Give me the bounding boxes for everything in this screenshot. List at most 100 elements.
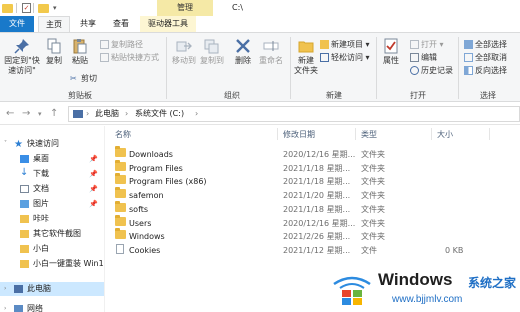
customize-toolbar-icon[interactable]: ▾ bbox=[53, 3, 57, 13]
table-row[interactable]: Cookies 2021/1/12 星期... 文件 0 KB bbox=[105, 243, 520, 258]
properties-button[interactable]: 属性 bbox=[380, 38, 402, 66]
file-type: 文件夹 bbox=[361, 204, 385, 214]
divider[interactable] bbox=[489, 128, 490, 140]
up-arrow-icon[interactable]: ↑ bbox=[50, 107, 58, 121]
nav-quick-access[interactable]: ˅ ★ 快速访问 bbox=[0, 137, 104, 151]
divider bbox=[376, 37, 377, 99]
rename-button[interactable]: 重命名 bbox=[256, 38, 286, 66]
nav-label: 小白一键重装 Win1 bbox=[33, 259, 104, 268]
divider[interactable] bbox=[355, 128, 356, 140]
copy-button[interactable]: 复制 bbox=[42, 38, 66, 66]
open-button[interactable]: 打开 ▾ bbox=[410, 39, 444, 51]
file-type: 文件夹 bbox=[361, 218, 385, 228]
nav-label: 咔咔 bbox=[33, 214, 49, 223]
history-button[interactable]: 历史记录 bbox=[410, 65, 453, 77]
file-modified-date: 2021/1/18 星期... bbox=[283, 163, 351, 173]
column-header-type[interactable]: 类型 bbox=[361, 129, 377, 140]
easy-access-button[interactable]: 轻松访问 ▾ bbox=[320, 52, 370, 64]
breadcrumb-this-pc[interactable]: 此电脑 bbox=[95, 107, 119, 121]
nav-this-pc[interactable]: › 此电脑 bbox=[0, 282, 104, 296]
file-name: Windows bbox=[129, 232, 165, 242]
breadcrumb-drive-c[interactable]: 系统文件 (C:) bbox=[135, 107, 184, 121]
forward-arrow-icon[interactable]: → bbox=[22, 107, 30, 121]
context-tab-manage[interactable]: 管理 bbox=[157, 0, 213, 16]
copy-to-button[interactable]: 复制到 bbox=[198, 38, 226, 66]
easy-access-label: 轻松访问 bbox=[331, 53, 363, 62]
ribbon-tabs: 文件 主页 共享 查看 驱动器工具 bbox=[0, 16, 520, 32]
desktop-icon bbox=[20, 155, 29, 163]
tab-view[interactable]: 查看 bbox=[105, 16, 137, 32]
paste-shortcut-button[interactable]: 粘贴快捷方式 bbox=[100, 52, 159, 64]
nav-folder-screenshots[interactable]: 其它软件截图 bbox=[0, 227, 104, 241]
new-folder-icon[interactable] bbox=[38, 4, 49, 13]
divider bbox=[166, 37, 167, 99]
cut-button[interactable]: ✂ 剪切 bbox=[70, 73, 97, 85]
pin-quick-access-button[interactable]: 固定到"快 速访问" bbox=[4, 38, 40, 76]
chevron-right-icon: › bbox=[195, 109, 199, 118]
select-all-icon bbox=[464, 40, 473, 49]
move-to-label: 移动到 bbox=[172, 56, 196, 65]
folder-icon bbox=[20, 260, 29, 268]
pin-icon[interactable]: 📌 bbox=[89, 167, 98, 181]
properties-icon bbox=[384, 38, 398, 54]
select-none-button[interactable]: 全部取消 bbox=[464, 52, 507, 64]
file-modified-date: 2021/2/26 星期... bbox=[283, 232, 351, 242]
edit-button[interactable]: 编辑 bbox=[410, 52, 437, 64]
invert-selection-button[interactable]: 反向选择 bbox=[464, 65, 507, 77]
properties-label: 属性 bbox=[383, 56, 399, 65]
nav-folder-xiaobai[interactable]: 小白 bbox=[0, 242, 104, 256]
back-arrow-icon[interactable]: ← bbox=[6, 107, 14, 121]
new-item-button[interactable]: 新建项目 ▾ bbox=[320, 39, 370, 51]
move-to-button[interactable]: 移动到 bbox=[170, 38, 198, 66]
new-folder-button[interactable]: 新建 文件夹 bbox=[292, 38, 320, 76]
chevron-down-icon: ˅ bbox=[4, 140, 7, 147]
new-item-label: 新建项目 bbox=[331, 40, 363, 49]
nav-pictures[interactable]: 图片 📌 bbox=[0, 197, 104, 211]
properties-check-icon[interactable]: ✓ bbox=[22, 3, 31, 13]
document-icon bbox=[20, 185, 29, 193]
column-header-name[interactable]: 名称 bbox=[115, 129, 131, 140]
nav-folder-xiaobai-reinstall[interactable]: 小白一键重装 Win1 bbox=[0, 257, 104, 271]
copy-path-button[interactable]: 复制路径 bbox=[100, 39, 143, 51]
folder-icon bbox=[115, 187, 126, 199]
paste-icon bbox=[73, 39, 87, 54]
table-row[interactable]: Program Files 2021/1/18 星期... 文件夹 bbox=[105, 159, 520, 176]
tab-drive-tools[interactable]: 驱动器工具 bbox=[140, 16, 196, 32]
recent-locations-icon[interactable]: ▾ bbox=[38, 107, 42, 121]
nav-desktop[interactable]: 桌面 📌 bbox=[0, 152, 104, 166]
watermark-url: www.bjjmlv.com bbox=[392, 294, 463, 305]
pin-icon[interactable]: 📌 bbox=[89, 197, 98, 211]
nav-label: 文档 bbox=[33, 184, 49, 193]
nav-folder-kaka[interactable]: 咔咔 bbox=[0, 212, 104, 226]
paste-shortcut-label: 粘贴快捷方式 bbox=[111, 53, 159, 62]
nav-network[interactable]: › 网络 bbox=[0, 302, 104, 312]
copy-path-icon bbox=[100, 40, 109, 49]
table-row[interactable]: Program Files (x86) 2021/1/18 星期... 文件夹 bbox=[105, 173, 520, 189]
delete-button[interactable]: 删除 bbox=[232, 38, 254, 66]
tab-file[interactable]: 文件 bbox=[0, 16, 34, 32]
table-row[interactable]: Downloads 2020/12/16 星期... 文件夹 bbox=[105, 146, 520, 162]
column-header-size[interactable]: 大小 bbox=[437, 129, 453, 140]
select-none-icon bbox=[464, 53, 473, 62]
table-row[interactable]: Windows 2021/2/26 星期... 文件夹 bbox=[105, 228, 520, 244]
file-type: 文件夹 bbox=[361, 177, 385, 187]
tab-home[interactable]: 主页 bbox=[38, 16, 70, 32]
nav-downloads[interactable]: ↓ 下载 📌 bbox=[0, 167, 104, 181]
watermark-brand: Windows bbox=[378, 270, 453, 289]
pin-icon[interactable]: 📌 bbox=[89, 152, 98, 166]
chevron-right-icon: › bbox=[125, 109, 129, 118]
edit-label: 编辑 bbox=[421, 53, 437, 62]
table-row[interactable]: Users 2020/12/16 星期... 文件夹 bbox=[105, 214, 520, 231]
pin-icon[interactable]: 📌 bbox=[89, 182, 98, 196]
column-header-date[interactable]: 修改日期 bbox=[283, 129, 315, 140]
tab-share[interactable]: 共享 bbox=[72, 16, 104, 32]
address-input[interactable]: › 此电脑 › 系统文件 (C:) › bbox=[68, 106, 520, 122]
divider[interactable] bbox=[431, 128, 432, 140]
nav-label: 快速访问 bbox=[27, 139, 59, 148]
nav-documents[interactable]: 文档 📌 bbox=[0, 182, 104, 196]
select-all-button[interactable]: 全部选择 bbox=[464, 39, 507, 51]
table-row[interactable]: safemon 2021/1/20 星期... 文件夹 bbox=[105, 187, 520, 203]
table-row[interactable]: softs 2021/1/18 星期... 文件夹 bbox=[105, 200, 520, 217]
divider[interactable] bbox=[277, 128, 278, 140]
paste-button[interactable]: 粘贴 bbox=[68, 38, 92, 66]
